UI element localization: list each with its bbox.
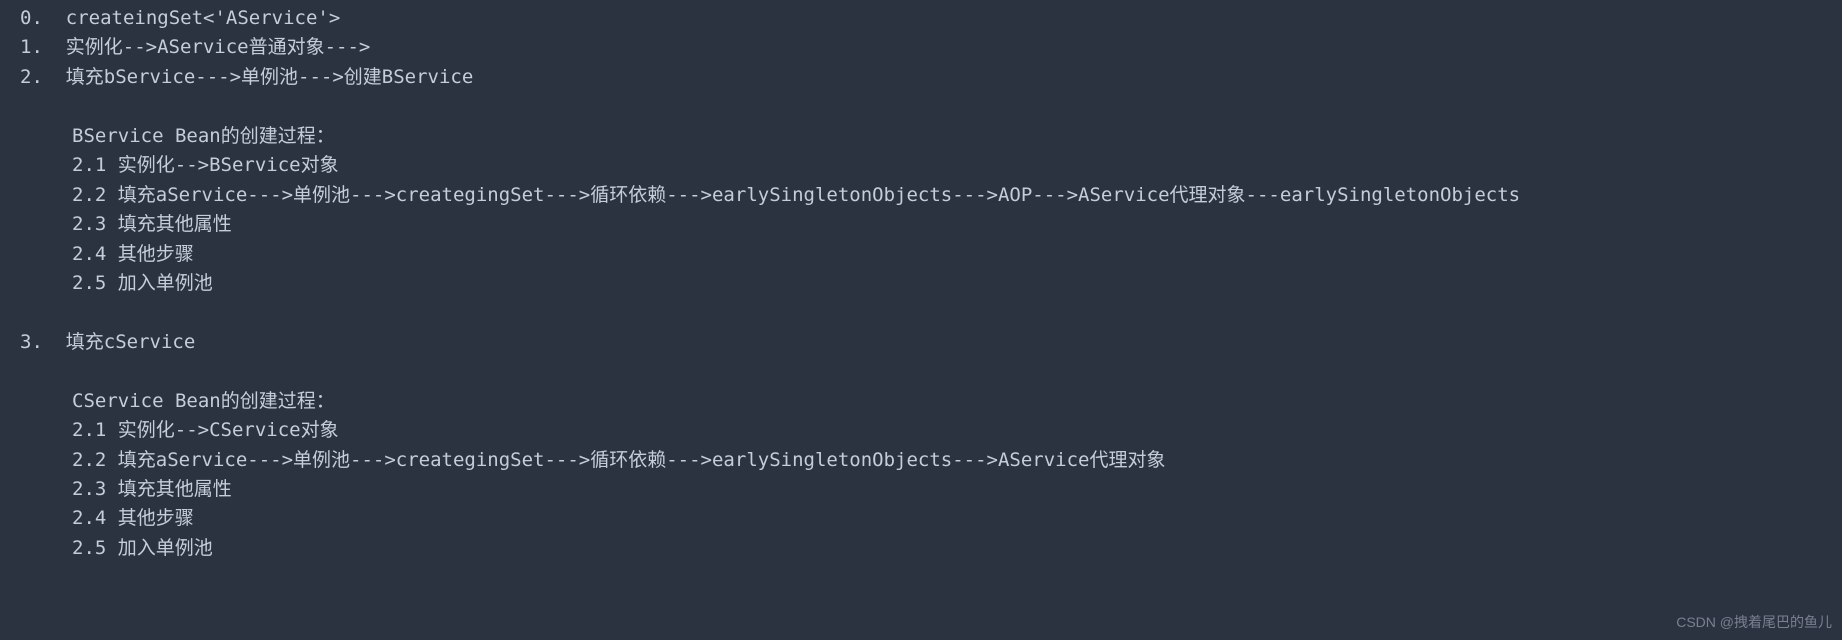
code-line-8: 2.5 加入单例池: [0, 269, 1842, 298]
blank-line: [0, 92, 1842, 121]
code-line-15: 2.5 加入单例池: [0, 534, 1842, 563]
code-line-9: 3. 填充cService: [0, 328, 1842, 357]
blank-line: [0, 298, 1842, 327]
code-line-3: BService Bean的创建过程：: [0, 122, 1842, 151]
code-line-0: 0. createingSet<'AService'>: [0, 4, 1842, 33]
code-line-14: 2.4 其他步骤: [0, 504, 1842, 533]
code-line-13: 2.3 填充其他属性: [0, 475, 1842, 504]
code-line-12: 2.2 填充aService--->单例池--->creategingSet--…: [0, 446, 1842, 475]
blank-line: [0, 357, 1842, 386]
code-line-2: 2. 填充bService--->单例池--->创建BService: [0, 63, 1842, 92]
code-line-1: 1. 实例化-->AService普通对象--->: [0, 33, 1842, 62]
code-line-7: 2.4 其他步骤: [0, 240, 1842, 269]
watermark-text: CSDN @拽着尾巴的鱼儿: [1676, 612, 1832, 634]
code-line-10: CService Bean的创建过程：: [0, 387, 1842, 416]
code-line-5: 2.2 填充aService--->单例池--->creategingSet--…: [0, 181, 1842, 210]
code-line-11: 2.1 实例化-->CService对象: [0, 416, 1842, 445]
code-line-4: 2.1 实例化-->BService对象: [0, 151, 1842, 180]
code-line-6: 2.3 填充其他属性: [0, 210, 1842, 239]
